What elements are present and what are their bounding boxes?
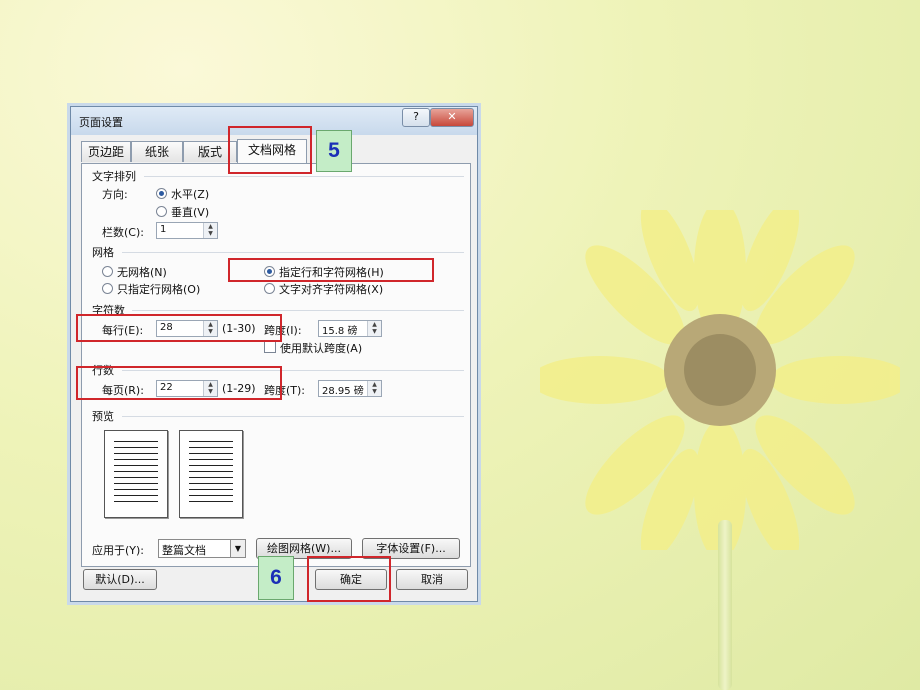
divider: [122, 252, 464, 253]
divider: [122, 416, 464, 417]
highlight-tab-document-grid: [228, 126, 312, 174]
section-preview: 预览: [92, 410, 114, 423]
default-pitch-checkbox[interactable]: [264, 341, 276, 353]
divider: [132, 310, 464, 311]
preview-page-left: [104, 430, 168, 518]
step-6-badge: 6: [258, 556, 294, 600]
help-button[interactable]: ?: [402, 108, 430, 127]
spinner-arrows[interactable]: ▲ ▼: [203, 223, 217, 238]
page-setup-dialog: 页面设置 ? ✕ 页边距 纸张 版式 文档网格 文字排列 方向: 水平(Z) 垂…: [70, 106, 478, 602]
columns-value: 1: [160, 224, 167, 235]
line-pitch-spinner[interactable]: 28.95 磅 ▲ ▼: [318, 380, 382, 397]
section-text-direction: 文字排列: [92, 170, 136, 183]
spinner-arrows[interactable]: ▲ ▼: [367, 381, 381, 396]
default-button[interactable]: 默认(D)...: [83, 569, 157, 590]
lines-only-radio[interactable]: [102, 283, 113, 294]
apply-to-label: 应用于(Y):: [92, 544, 145, 557]
apply-to-value: 整篇文档: [162, 544, 206, 557]
lines-only-label: 只指定行网格(O): [117, 283, 201, 296]
horizontal-label: 水平(Z): [171, 188, 210, 201]
close-button[interactable]: ✕: [430, 108, 474, 127]
direction-label: 方向:: [102, 188, 128, 201]
highlight-lines-and-chars-option: [228, 258, 434, 282]
tab-margins[interactable]: 页边距: [81, 141, 131, 162]
sunflower-stem: [718, 520, 732, 690]
highlight-lines-per-page: [76, 366, 282, 400]
apply-to-select[interactable]: 整篇文档 ▼: [158, 539, 246, 558]
sunflower-background-image: [540, 210, 900, 550]
section-grid: 网格: [92, 246, 114, 259]
highlight-chars-per-line: [76, 314, 282, 342]
chevron-down-icon[interactable]: ▼: [230, 540, 245, 557]
snap-chars-radio[interactable]: [264, 283, 275, 294]
divider: [144, 176, 464, 177]
document-grid-panel: 文字排列 方向: 水平(Z) 垂直(V) 栏数(C): 1 ▲ ▼ 网格 无网格(…: [81, 163, 471, 567]
no-grid-radio[interactable]: [102, 266, 113, 277]
tab-paper[interactable]: 纸张: [131, 141, 183, 162]
preview-page-right: [179, 430, 243, 518]
spinner-arrows[interactable]: ▲ ▼: [367, 321, 381, 336]
highlight-ok-button: [307, 556, 391, 602]
line-pitch-value: 28.95 磅: [322, 386, 364, 397]
columns-label: 栏数(C):: [102, 226, 144, 239]
char-pitch-spinner[interactable]: 15.8 磅 ▲ ▼: [318, 320, 382, 337]
vertical-radio[interactable]: [156, 206, 167, 217]
no-grid-label: 无网格(N): [117, 266, 167, 279]
snap-chars-label: 文字对齐字符网格(X): [279, 283, 384, 296]
horizontal-radio[interactable]: [156, 188, 167, 199]
columns-spinner[interactable]: 1 ▲ ▼: [156, 222, 218, 239]
step-5-badge: 5: [316, 130, 352, 172]
char-pitch-value: 15.8 磅: [322, 326, 358, 337]
vertical-label: 垂直(V): [171, 206, 210, 219]
default-pitch-label: 使用默认跨度(A): [280, 342, 363, 355]
cancel-button[interactable]: 取消: [396, 569, 468, 590]
dialog-title: 页面设置: [79, 116, 123, 129]
